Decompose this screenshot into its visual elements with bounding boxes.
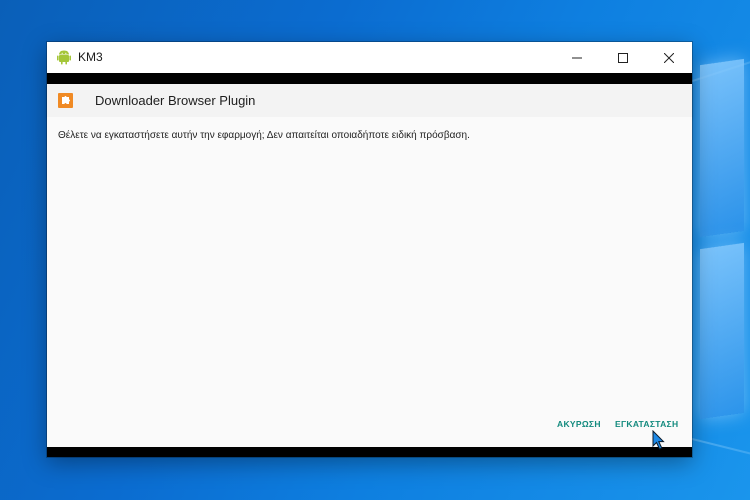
mouse-cursor-icon <box>652 430 665 450</box>
maximize-icon <box>618 52 628 63</box>
cancel-button[interactable]: ΑΚΥΡΩΣΗ <box>557 419 601 429</box>
emulator-top-bar <box>47 73 692 84</box>
minimize-button[interactable] <box>554 42 600 73</box>
wallpaper-logo-pane <box>700 58 744 238</box>
window-title: KM3 <box>78 50 103 64</box>
app-title: Downloader Browser Plugin <box>95 93 256 108</box>
dialog-content: Θέλετε να εγκαταστήσετε αυτήν την εφαρμο… <box>47 117 692 447</box>
close-button[interactable] <box>646 42 692 73</box>
android-icon <box>57 50 71 65</box>
install-button[interactable]: ΕΓΚΑΤΑΣΤΑΣΗ <box>615 419 678 429</box>
install-prompt-message: Θέλετε να εγκαταστήσετε αυτήν την εφαρμο… <box>58 130 470 141</box>
emulator-bottom-bar <box>47 447 692 457</box>
maximize-button[interactable] <box>600 42 646 73</box>
puzzle-icon <box>62 96 70 104</box>
wallpaper-logo-pane <box>700 242 744 420</box>
minimize-icon <box>572 57 582 58</box>
emulator-window: KM3 Downloader Browser Plugin Θέλετε να … <box>47 42 692 457</box>
plugin-icon <box>58 93 73 108</box>
close-icon <box>664 52 674 63</box>
app-header: Downloader Browser Plugin <box>47 84 692 117</box>
window-titlebar[interactable]: KM3 <box>47 42 692 73</box>
